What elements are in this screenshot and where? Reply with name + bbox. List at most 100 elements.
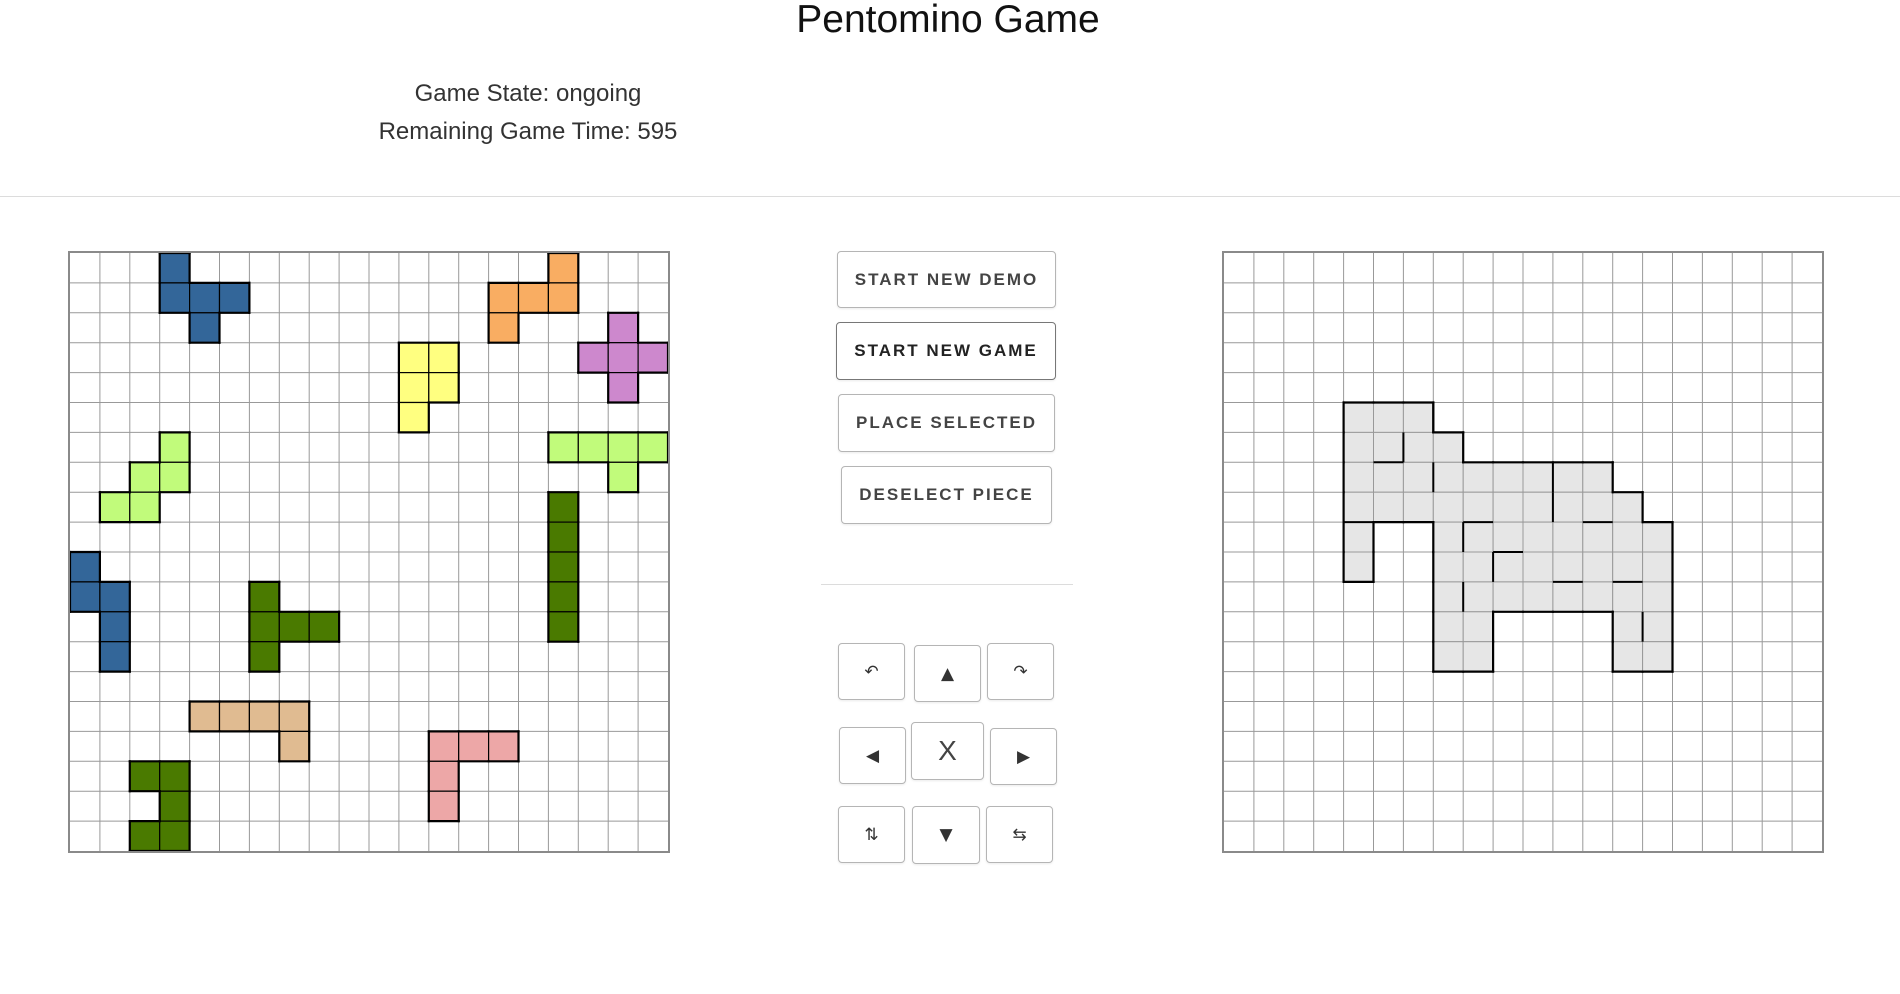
- cell[interactable]: [218, 282, 250, 314]
- cell[interactable]: [1642, 521, 1674, 553]
- cell[interactable]: [1432, 551, 1464, 583]
- target-board-grid[interactable]: [1224, 253, 1822, 851]
- cell[interactable]: [1432, 431, 1464, 463]
- cell[interactable]: [458, 730, 490, 762]
- cell[interactable]: [1402, 402, 1434, 433]
- cell[interactable]: [70, 551, 101, 583]
- cell[interactable]: [1343, 491, 1374, 523]
- cell[interactable]: [1432, 611, 1464, 643]
- cell[interactable]: [1612, 551, 1644, 583]
- cell[interactable]: [1492, 551, 1524, 583]
- cell[interactable]: [70, 581, 101, 613]
- cell[interactable]: [1642, 551, 1674, 583]
- cell[interactable]: [517, 282, 549, 314]
- cell[interactable]: [428, 342, 460, 374]
- cell[interactable]: [1373, 431, 1404, 463]
- cell[interactable]: [1343, 402, 1374, 433]
- cell[interactable]: [547, 581, 579, 613]
- deselect-piece-button[interactable]: DESELECT PIECE: [841, 466, 1052, 524]
- cell[interactable]: [607, 371, 639, 404]
- place-selected-button[interactable]: PLACE SELECTED: [838, 394, 1055, 452]
- cell[interactable]: [1343, 461, 1374, 493]
- cell[interactable]: [1552, 491, 1584, 523]
- cell[interactable]: [1402, 491, 1434, 523]
- cell[interactable]: [488, 312, 520, 344]
- cell[interactable]: [1492, 461, 1524, 493]
- cell[interactable]: [547, 521, 579, 553]
- move-down-button[interactable]: ▼: [912, 806, 980, 864]
- cell[interactable]: [1612, 521, 1644, 553]
- cell[interactable]: [159, 461, 191, 493]
- target-shape[interactable]: [1343, 402, 1674, 673]
- cell[interactable]: [1582, 581, 1614, 613]
- cell[interactable]: [1522, 521, 1554, 553]
- cell[interactable]: [1522, 461, 1554, 493]
- cell[interactable]: [1432, 491, 1464, 523]
- piece-N[interactable]: [488, 253, 579, 344]
- piece-F[interactable]: [159, 253, 250, 344]
- cell[interactable]: [1462, 551, 1494, 583]
- cell[interactable]: [99, 611, 131, 643]
- move-left-button[interactable]: ◀: [839, 727, 906, 784]
- flip-horizontal-button[interactable]: ⇆: [986, 806, 1053, 863]
- move-right-button[interactable]: ▶: [990, 728, 1057, 785]
- cell[interactable]: [159, 790, 191, 822]
- cell[interactable]: [129, 461, 161, 493]
- pieces-board[interactable]: [68, 251, 670, 853]
- piece-W[interactable]: [99, 431, 191, 523]
- cell[interactable]: [428, 371, 460, 404]
- cell[interactable]: [547, 611, 579, 643]
- cell[interactable]: [1612, 581, 1644, 613]
- cell[interactable]: [188, 312, 221, 344]
- target-board[interactable]: [1222, 251, 1824, 853]
- cell[interactable]: [428, 730, 460, 762]
- cell[interactable]: [1552, 521, 1584, 553]
- cell[interactable]: [188, 700, 221, 732]
- cell[interactable]: [159, 253, 191, 284]
- cell[interactable]: [1343, 431, 1374, 463]
- piece-I[interactable]: [547, 491, 579, 643]
- cell[interactable]: [488, 730, 520, 762]
- cell[interactable]: [1582, 521, 1614, 553]
- cell[interactable]: [1642, 641, 1674, 673]
- cell[interactable]: [547, 431, 579, 463]
- cell[interactable]: [278, 700, 310, 732]
- cell[interactable]: [1462, 461, 1494, 493]
- cell[interactable]: [1462, 581, 1494, 613]
- cell[interactable]: [1612, 641, 1644, 673]
- cell[interactable]: [1343, 521, 1374, 553]
- cell[interactable]: [1642, 611, 1674, 643]
- cell[interactable]: [1612, 491, 1644, 523]
- cell[interactable]: [159, 282, 191, 314]
- cell[interactable]: [607, 461, 639, 493]
- cell[interactable]: [1462, 611, 1494, 643]
- cell[interactable]: [308, 611, 340, 643]
- cell[interactable]: [1522, 581, 1554, 613]
- cell[interactable]: [1462, 641, 1494, 673]
- flip-vertical-button[interactable]: ⇅: [838, 806, 905, 863]
- cell[interactable]: [218, 700, 250, 732]
- start-new-game-button[interactable]: START NEW GAME: [836, 322, 1056, 380]
- cell[interactable]: [159, 820, 191, 851]
- cell[interactable]: [248, 581, 280, 613]
- cell[interactable]: [637, 431, 668, 463]
- cell[interactable]: [1343, 551, 1374, 583]
- cell[interactable]: [1432, 521, 1464, 553]
- cell[interactable]: [547, 491, 579, 523]
- piece-Z[interactable]: [248, 581, 340, 673]
- piece-L[interactable]: [428, 730, 520, 822]
- cell[interactable]: [1492, 581, 1524, 613]
- cell[interactable]: [1522, 491, 1554, 523]
- cell[interactable]: [1582, 551, 1614, 583]
- cell[interactable]: [1432, 641, 1464, 673]
- cell[interactable]: [1522, 551, 1554, 583]
- cell[interactable]: [278, 611, 310, 643]
- cell[interactable]: [248, 611, 280, 643]
- cell[interactable]: [637, 342, 668, 374]
- cell[interactable]: [159, 431, 191, 463]
- cell[interactable]: [1432, 461, 1464, 493]
- cell[interactable]: [577, 431, 609, 463]
- cell[interactable]: [1402, 461, 1434, 493]
- cell[interactable]: [577, 342, 609, 374]
- pieces-board-grid[interactable]: [70, 253, 668, 851]
